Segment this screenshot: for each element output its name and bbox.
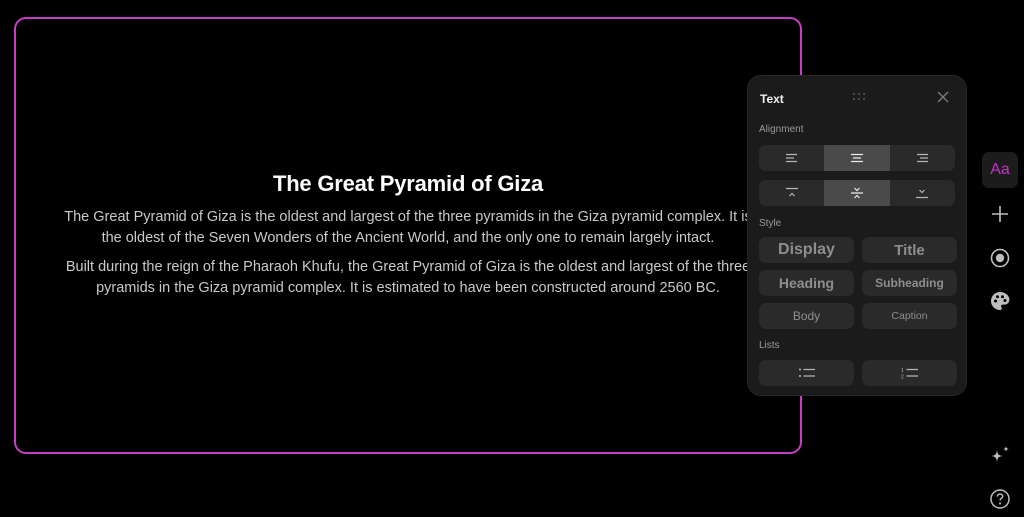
text-block[interactable]: The Great Pyramid of Giza The Great Pyra… <box>56 171 760 307</box>
svg-text:1: 1 <box>901 368 904 374</box>
record-button[interactable] <box>982 240 1018 276</box>
align-center-icon <box>850 153 863 163</box>
add-button[interactable] <box>982 196 1018 232</box>
help-icon <box>990 489 1010 509</box>
bulleted-list-button[interactable] <box>759 360 854 386</box>
drag-handle-icon[interactable] <box>852 92 866 102</box>
panel-title: Text <box>760 92 784 106</box>
align-bottom-button[interactable] <box>890 180 955 206</box>
text-tool-button[interactable]: Aa <box>982 152 1018 188</box>
align-middle-icon <box>850 187 863 199</box>
style-display-button[interactable]: Display <box>759 237 854 263</box>
record-icon <box>990 248 1010 268</box>
slide-canvas[interactable]: The Great Pyramid of Giza The Great Pyra… <box>14 17 802 454</box>
align-left-icon <box>785 153 797 163</box>
vertical-alignment-group <box>759 180 955 206</box>
slide-paragraph-2[interactable]: Built during the reign of the Pharaoh Kh… <box>56 257 760 299</box>
alignment-label: Alignment <box>759 124 804 135</box>
lists-group: 12 <box>759 360 957 386</box>
svg-text:2: 2 <box>901 375 904 380</box>
align-bottom-icon <box>916 189 929 199</box>
lists-label: Lists <box>759 340 780 351</box>
panel-header: Text <box>760 90 954 106</box>
slide-paragraph-1[interactable]: The Great Pyramid of Giza is the oldest … <box>56 207 760 249</box>
style-heading-button[interactable]: Heading <box>759 270 854 296</box>
numbered-list-button[interactable]: 12 <box>862 360 957 386</box>
align-right-button[interactable] <box>890 145 955 171</box>
align-center-button[interactable] <box>824 145 890 171</box>
text-icon: Aa <box>990 161 1010 178</box>
text-panel: Text Alignment Style Display Title Headi… <box>747 75 967 396</box>
align-right-icon <box>917 153 929 163</box>
sparkle-icon <box>991 446 1009 462</box>
close-icon[interactable] <box>936 90 950 104</box>
align-top-icon <box>785 187 798 197</box>
horizontal-alignment-group <box>759 145 955 171</box>
align-top-button[interactable] <box>759 180 824 206</box>
numbered-list-icon: 12 <box>901 368 918 380</box>
style-body-button[interactable]: Body <box>759 303 854 329</box>
bulleted-list-icon <box>798 368 815 377</box>
style-grid: Display Title Heading Subheading Body Ca… <box>759 237 957 329</box>
style-label: Style <box>759 218 782 229</box>
style-subheading-button[interactable]: Subheading <box>862 270 957 296</box>
ai-assist-button[interactable] <box>982 438 1018 474</box>
help-button[interactable] <box>982 481 1018 517</box>
theme-button[interactable] <box>982 283 1018 319</box>
style-caption-button[interactable]: Caption <box>862 303 957 329</box>
align-left-button[interactable] <box>759 145 824 171</box>
slide-title[interactable]: The Great Pyramid of Giza <box>56 171 760 197</box>
plus-icon <box>992 206 1008 222</box>
style-title-button[interactable]: Title <box>862 237 957 263</box>
palette-icon <box>991 292 1010 310</box>
align-middle-button[interactable] <box>824 180 890 206</box>
